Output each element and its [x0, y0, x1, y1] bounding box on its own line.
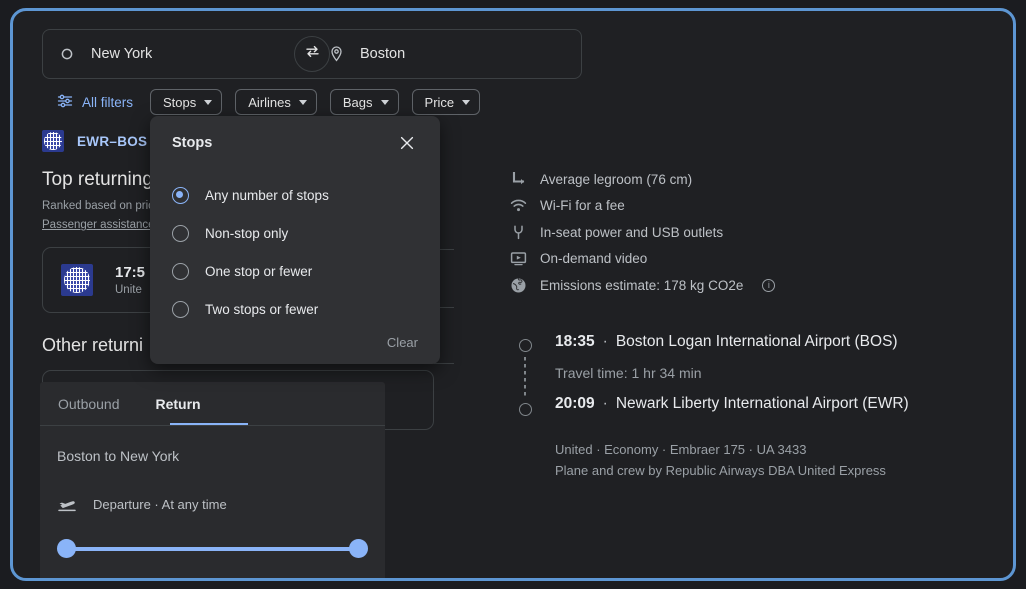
separator: · [603, 395, 608, 413]
travel-time: Travel time: 1 hr 34 min [555, 365, 1009, 381]
amenity-wifi: Wi-Fi for a fee [509, 193, 1009, 220]
departure-time-slider[interactable] [57, 539, 368, 559]
itinerary-timeline [519, 339, 533, 416]
timeline-dotted-line [524, 357, 526, 398]
filter-chip-bags[interactable]: Bags [330, 89, 399, 115]
amenity-video-label: On-demand video [540, 251, 647, 266]
departure-time: 18:35 [555, 333, 595, 351]
emissions-globe-icon [509, 276, 527, 294]
filter-chip-airlines-label: Airlines [248, 95, 291, 110]
tune-icon [57, 93, 73, 112]
separator: · [603, 333, 608, 351]
times-panel-route: Boston to New York [40, 426, 385, 464]
filter-row: All filters Stops Airlines Bags Price [57, 89, 480, 115]
info-icon[interactable]: i [762, 279, 775, 292]
amenity-video: On-demand video [509, 246, 1009, 273]
filter-chip-stops-label: Stops [163, 95, 196, 110]
divider [434, 363, 454, 364]
close-icon[interactable] [396, 132, 418, 154]
origin-value: New York [91, 46, 152, 62]
filter-chip-airlines[interactable]: Airlines [235, 89, 317, 115]
circle-outline-icon [57, 44, 77, 64]
all-filters-button[interactable]: All filters [57, 93, 137, 112]
operator-line: Plane and crew by Republic Airways DBA U… [555, 460, 1009, 482]
passenger-assistance-link[interactable]: Passenger assistance [42, 219, 155, 231]
itinerary-arrival-row: 20:09 · Newark Liberty International Air… [555, 395, 1009, 413]
wifi-icon [509, 197, 527, 215]
amenity-wifi-label: Wi-Fi for a fee [540, 198, 625, 213]
stops-option-any[interactable]: Any number of stops [172, 176, 418, 214]
departure-label: Departure · At any time [93, 497, 227, 512]
all-filters-label: All filters [82, 95, 133, 110]
browser-window-frame: New York Boston [10, 8, 1016, 581]
tab-outbound[interactable]: Outbound [58, 382, 120, 426]
stops-option-one-or-fewer[interactable]: One stop or fewer [172, 252, 418, 290]
amenity-legroom: Average legroom (76 cm) [509, 166, 1009, 193]
chevron-down-icon [462, 100, 470, 105]
arrival-airport: Newark Liberty International Airport (EW… [616, 395, 909, 413]
video-icon [509, 250, 527, 268]
search-bar: New York Boston [42, 29, 582, 79]
amenity-power-label: In-seat power and USB outlets [540, 225, 723, 240]
amenity-power: In-seat power and USB outlets [509, 219, 1009, 246]
radio-button[interactable] [172, 301, 189, 318]
timeline-dot-departure [519, 339, 532, 352]
united-airlines-logo [61, 264, 93, 296]
carrier-line: United · Economy · Embraer 175 · UA 3433 [555, 439, 1009, 461]
flight-card-airline: Unite [115, 284, 145, 296]
filter-chip-stops[interactable]: Stops [150, 89, 222, 115]
slider-thumb-max[interactable] [349, 539, 368, 558]
times-tabs: Outbound Return [40, 382, 385, 426]
itinerary: 18:35 · Boston Logan International Airpo… [509, 333, 1009, 483]
radio-button[interactable] [172, 225, 189, 242]
departure-airport: Boston Logan International Airport (BOS) [616, 333, 898, 351]
destination-value: Boston [360, 46, 405, 62]
stops-popup-title: Stops [172, 135, 212, 151]
clear-button[interactable]: Clear [387, 335, 418, 350]
power-plug-icon [509, 223, 527, 241]
arrival-time: 20:09 [555, 395, 595, 413]
flight-takeoff-icon [57, 494, 79, 515]
departure-row: Departure · At any time [40, 464, 385, 515]
slider-track[interactable] [67, 547, 358, 551]
slider-thumb-min[interactable] [57, 539, 76, 558]
stops-option-two-or-fewer[interactable]: Two stops or fewer [172, 290, 418, 328]
stops-options-list: Any number of stops Non-stop only One st… [172, 176, 418, 328]
tab-active-underline [170, 423, 248, 425]
radio-button[interactable] [172, 263, 189, 280]
swap-arrows-icon [304, 43, 321, 65]
filter-chip-price[interactable]: Price [412, 89, 481, 115]
stops-option-nonstop-label: Non-stop only [205, 226, 288, 241]
itinerary-departure-row: 18:35 · Boston Logan International Airpo… [555, 333, 1009, 351]
stops-option-one-or-fewer-label: One stop or fewer [205, 264, 312, 279]
swap-origin-destination-button[interactable] [294, 36, 330, 72]
filter-chip-bags-label: Bags [343, 95, 373, 110]
chevron-down-icon [381, 100, 389, 105]
flight-detail-column: Average legroom (76 cm) Wi-Fi for a fee … [509, 166, 1009, 482]
stops-option-two-or-fewer-label: Two stops or fewer [205, 302, 318, 317]
flight-card-time: 17:5 [115, 264, 145, 281]
legroom-icon [509, 170, 527, 188]
tab-return[interactable]: Return [156, 382, 201, 426]
radio-button[interactable] [172, 187, 189, 204]
stops-filter-popup: Stops Any number of stops Non-stop only … [150, 116, 440, 364]
times-filter-panel: Outbound Return Boston to New York Depar… [40, 382, 385, 581]
carrier-info: United · Economy · Embraer 175 · UA 3433… [555, 439, 1009, 483]
amenity-emissions-label: Emissions estimate: 178 kg CO2e [540, 278, 743, 293]
origin-input[interactable]: New York [42, 29, 312, 79]
route-badge-label: EWR–BOS [77, 134, 147, 149]
stops-option-any-label: Any number of stops [205, 188, 329, 203]
stops-popup-header: Stops [172, 132, 418, 154]
filter-chip-price-label: Price [425, 95, 455, 110]
timeline-dot-arrival [519, 403, 532, 416]
chevron-down-icon [299, 100, 307, 105]
united-airlines-logo [42, 130, 64, 152]
destination-input[interactable]: Boston [312, 29, 582, 79]
amenity-legroom-label: Average legroom (76 cm) [540, 172, 692, 187]
stops-option-nonstop[interactable]: Non-stop only [172, 214, 418, 252]
amenity-emissions: Emissions estimate: 178 kg CO2e i [509, 272, 1009, 299]
chevron-down-icon [204, 100, 212, 105]
